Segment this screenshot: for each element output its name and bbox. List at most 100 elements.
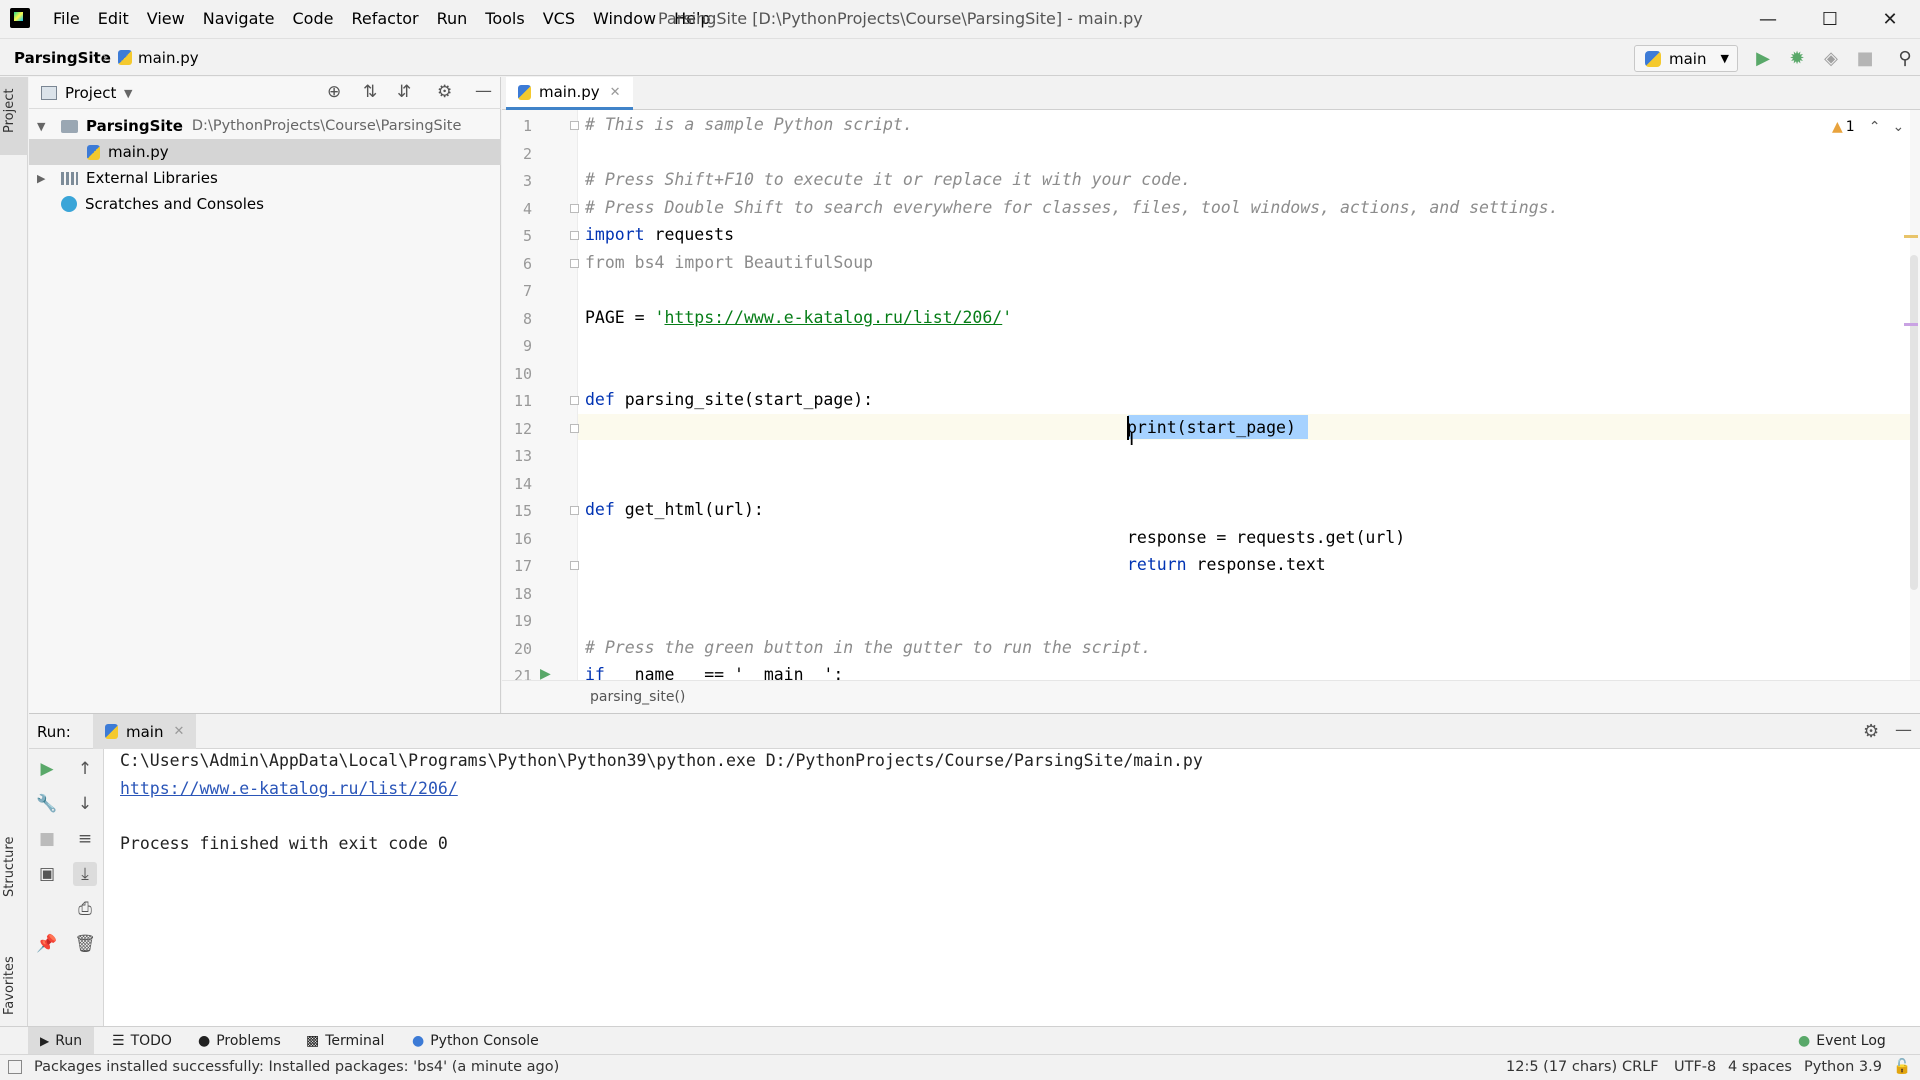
arrow-up-icon[interactable]: ↑: [73, 757, 97, 781]
code-line-20[interactable]: # Press the green button in the gutter t…: [585, 638, 1151, 657]
hide-panel-icon[interactable]: —: [475, 81, 492, 101]
tree-item-external-libraries[interactable]: ▶ External Libraries: [29, 165, 501, 191]
warning-marker[interactable]: [1904, 235, 1918, 238]
fold-marker-icon[interactable]: [570, 231, 579, 240]
project-tool-label[interactable]: Project: [2, 89, 17, 133]
pin-icon[interactable]: 📌: [35, 932, 59, 956]
tool-tab-problems[interactable]: ● Problems: [198, 1027, 281, 1055]
menu-code[interactable]: Code: [284, 0, 343, 38]
tab-main-py[interactable]: main.py ✕: [506, 77, 633, 110]
project-panel-title[interactable]: Project: [65, 84, 116, 102]
code-line-15[interactable]: def get_html(url):: [585, 500, 764, 519]
chevron-down-icon[interactable]: ⌄: [1892, 119, 1904, 135]
run-button[interactable]: ▶: [1750, 45, 1776, 71]
code-line-1[interactable]: # This is a sample Python script.: [585, 115, 913, 134]
tree-item-label: main.py: [108, 143, 169, 161]
stop-button[interactable]: ■: [1852, 45, 1878, 71]
editor-scrollbar-thumb[interactable]: [1910, 255, 1918, 590]
chevron-up-icon[interactable]: ⌃: [1869, 119, 1881, 135]
trash-icon[interactable]: 🗑: [73, 932, 97, 956]
maximize-button[interactable]: ☐: [1800, 0, 1860, 38]
tool-tab-run[interactable]: ▶ Run: [28, 1027, 95, 1055]
gear-icon[interactable]: ⚙: [1863, 721, 1879, 742]
usage-marker[interactable]: [1904, 323, 1918, 326]
run-tab-main[interactable]: main ✕: [93, 714, 197, 749]
minimize-button[interactable]: —: [1738, 0, 1798, 38]
menu-file[interactable]: File: [44, 0, 89, 38]
run-configuration-select[interactable]: main ▼: [1634, 45, 1738, 72]
chevron-right-icon[interactable]: ▶: [37, 172, 51, 185]
tool-tab-todo[interactable]: ☰ TODO: [112, 1027, 172, 1055]
menu-tools[interactable]: Tools: [476, 0, 533, 38]
search-everywhere-button[interactable]: ⚲: [1892, 45, 1918, 71]
code-line-17[interactable]: return response.text: [1127, 555, 1326, 574]
code-line-16[interactable]: response = requests.get(url): [1127, 528, 1405, 547]
menu-run[interactable]: Run: [428, 0, 477, 38]
console-url-link[interactable]: https://www.e-katalog.ru/list/206/: [120, 779, 458, 798]
menu-window[interactable]: Window: [584, 0, 665, 38]
code-line-3[interactable]: # Press Shift+F10 to execute it or repla…: [585, 170, 1191, 189]
file-encoding[interactable]: UTF-8: [1674, 1059, 1716, 1075]
caret-position[interactable]: 12:5 (17 chars): [1506, 1059, 1617, 1075]
favorites-tool-label[interactable]: Favorites: [2, 956, 17, 1015]
fold-marker-icon[interactable]: [570, 259, 579, 268]
function-breadcrumb[interactable]: parsing_site(): [590, 689, 685, 705]
menu-refactor[interactable]: Refactor: [342, 0, 427, 38]
collapse-all-icon[interactable]: ⇵: [397, 82, 411, 102]
fold-marker-icon[interactable]: [570, 396, 579, 405]
breadcrumb-file[interactable]: main.py: [138, 49, 199, 67]
line-separator[interactable]: CRLF: [1622, 1059, 1659, 1075]
close-tab-icon[interactable]: ✕: [173, 724, 184, 739]
indent-setting[interactable]: 4 spaces: [1728, 1059, 1792, 1075]
breadcrumb-project[interactable]: ParsingSite: [14, 49, 111, 67]
scroll-to-end-icon[interactable]: ⤓: [73, 862, 97, 886]
menu-view[interactable]: View: [138, 0, 194, 38]
print-icon[interactable]: ⎙: [73, 897, 97, 921]
fold-marker-icon[interactable]: [570, 204, 579, 213]
run-with-coverage-button[interactable]: ◈: [1818, 45, 1844, 71]
tool-tab-event-log[interactable]: ● Event Log: [1798, 1027, 1886, 1055]
hide-panel-icon[interactable]: —: [1895, 720, 1912, 740]
menu-navigate[interactable]: Navigate: [194, 0, 284, 38]
tool-tab-terminal[interactable]: ▩ Terminal: [306, 1027, 384, 1055]
fold-marker-icon[interactable]: [570, 561, 579, 570]
tree-item-scratches[interactable]: Scratches and Consoles: [29, 191, 501, 217]
structure-tool-label[interactable]: Structure: [2, 837, 17, 897]
python-interpreter[interactable]: Python 3.9: [1804, 1059, 1882, 1075]
rerun-icon[interactable]: ▶: [35, 757, 59, 781]
debug-button[interactable]: ✹: [1784, 45, 1810, 71]
soft-wrap-icon[interactable]: ≡: [73, 827, 97, 851]
gear-icon[interactable]: ⚙: [437, 82, 452, 102]
wrench-icon[interactable]: 🔧: [35, 792, 59, 816]
code-line-6[interactable]: from bs4 import BeautifulSoup: [585, 253, 873, 272]
tree-item-label: ParsingSite: [86, 117, 183, 135]
lock-icon[interactable]: 🔓: [1893, 1058, 1911, 1075]
locate-icon[interactable]: ⊕: [327, 82, 341, 102]
fold-marker-icon[interactable]: [570, 506, 579, 515]
menu-vcs[interactable]: VCS: [534, 0, 584, 38]
menu-edit[interactable]: Edit: [89, 0, 138, 38]
expand-all-icon[interactable]: ⇅: [363, 82, 377, 102]
fold-marker-icon[interactable]: [570, 424, 579, 433]
code-line-21[interactable]: if __name__ == '__main__':: [585, 665, 843, 680]
tree-item-project-root[interactable]: ▼ ParsingSite D:\PythonProjects\Course\P…: [29, 113, 501, 139]
arrow-down-icon[interactable]: ↓: [73, 792, 97, 816]
layout-icon[interactable]: ▣: [35, 862, 59, 886]
code-line-12[interactable]: print(start_page): [1127, 418, 1296, 437]
code-line-8[interactable]: PAGE = 'https://www.e-katalog.ru/list/20…: [585, 308, 1012, 327]
close-tab-icon[interactable]: ✕: [610, 85, 621, 100]
close-window-button[interactable]: ✕: [1860, 0, 1920, 38]
tool-tab-python-console[interactable]: ● Python Console: [412, 1027, 539, 1055]
inspection-widget[interactable]: ▲ 1 ⌃ ⌄: [1832, 119, 1904, 135]
code-line-5[interactable]: import requests: [585, 225, 734, 244]
code-line-11[interactable]: def parsing_site(start_page):: [585, 390, 873, 409]
chevron-down-icon[interactable]: ▼: [124, 87, 132, 100]
status-toggle-icon[interactable]: [8, 1060, 22, 1074]
status-message[interactable]: Packages installed successfully: Install…: [34, 1059, 559, 1075]
fold-marker-icon[interactable]: [570, 121, 579, 130]
stop-icon[interactable]: ■: [35, 827, 59, 851]
chevron-down-icon[interactable]: ▼: [37, 120, 51, 133]
string-url[interactable]: https://www.e-katalog.ru/list/206/: [664, 308, 1002, 327]
code-line-4[interactable]: # Press Double Shift to search everywher…: [585, 198, 1559, 217]
tree-item-main-py[interactable]: main.py: [29, 139, 501, 165]
